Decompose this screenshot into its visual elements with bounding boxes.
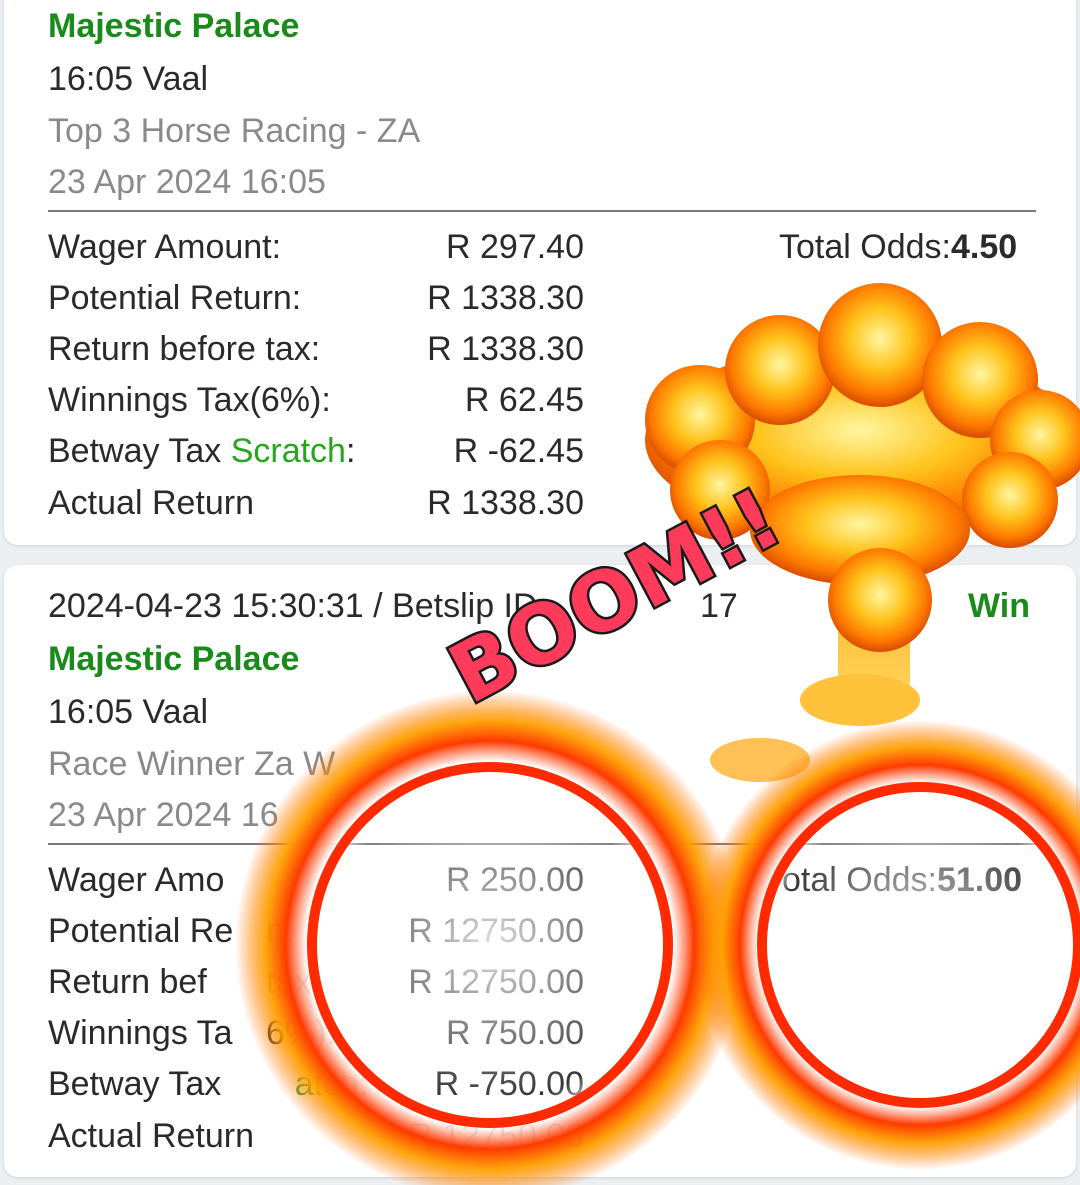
total-odds-value: 4.50: [950, 228, 1018, 266]
selection-name: Majestic Palace: [48, 7, 300, 45]
total-odds-value: 51.00: [936, 861, 1023, 899]
total-odds-label: Total Odds:: [779, 228, 951, 266]
market-name: Top 3 Horse Racing - ZA: [48, 112, 421, 150]
total-odds: otal Odds:51.00: [782, 860, 1022, 900]
status-badge: Win: [967, 587, 1030, 625]
market-name: Race Winner Za W: [48, 745, 336, 783]
total-odds-label: otal Odds:: [782, 861, 937, 899]
event-date: 23 Apr 2024 16: [48, 796, 279, 834]
betway-tax-text: Betway Tax: [48, 432, 231, 470]
actual-return-label: Actual Return: [48, 1117, 254, 1155]
actual-return-value: R 12750.00: [408, 1117, 584, 1155]
divider: [48, 210, 1036, 212]
actual-return-label: Actual Return: [48, 484, 254, 522]
betway-tax-scratch-value: R -62.45: [453, 432, 584, 470]
wager-amount-label: Wager Amo: [48, 861, 225, 899]
total-odds: Total Odds:4.50: [779, 227, 1017, 267]
event-date: 23 Apr 2024 16:05: [48, 163, 326, 201]
potential-return-value: R 1338.30: [427, 279, 584, 317]
betway-tax-scratch-value: R -750.00: [434, 1065, 584, 1103]
actual-return-value: R 1338.30: [427, 484, 584, 522]
betslip-header: 2024-04-23 15:30:31 / Betslip ID: [48, 587, 538, 625]
return-before-tax-label: Return before tax:: [48, 330, 321, 368]
wager-amount-value: R 250.00: [446, 861, 584, 899]
wager-amount-label: Wager Amount:: [48, 228, 282, 266]
race-name: 16:05 Vaal: [48, 60, 209, 98]
bet-card-2[interactable]: 2024-04-23 15:30:31 / Betslip ID 17 Win …: [4, 565, 1076, 1177]
return-before-tax-value: R 1338.30: [427, 330, 584, 368]
return-before-tax-label: Return bef: [48, 963, 207, 1001]
potential-return-label: Potential Return:: [48, 279, 302, 317]
divider: [48, 843, 1036, 845]
return-before-tax-value: R 12750.00: [408, 963, 584, 1001]
bet-card-1[interactable]: Majestic Palace 16:05 Vaal Top 3 Horse R…: [4, 0, 1076, 545]
betslip-id-tail: 17: [700, 587, 738, 625]
wager-amount-value: R 297.40: [446, 228, 584, 266]
race-name: 16:05 Vaal: [48, 693, 209, 731]
potential-return-label: Potential Re: [48, 912, 234, 950]
betway-tax-text: Betway Tax: [48, 1065, 231, 1103]
winnings-tax-value: R 62.45: [464, 381, 584, 419]
winnings-tax-value: R 750.00: [446, 1014, 584, 1052]
potential-return-value: R 12750.00: [408, 912, 584, 950]
selection-name: Majestic Palace: [48, 640, 300, 678]
winnings-tax-label: Winnings Ta: [48, 1014, 233, 1052]
